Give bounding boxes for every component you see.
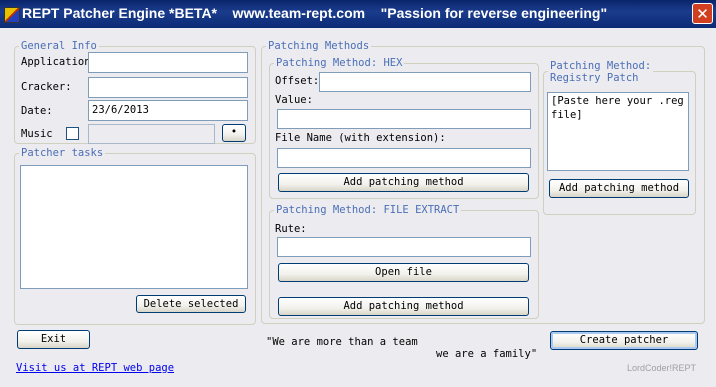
patcher-tasks-group: Patcher tasks Delete selected (14, 146, 256, 325)
general-info-legend: General Info (19, 39, 99, 53)
patching-methods-group: Patching Methods Patching Method: HEX Of… (261, 39, 705, 324)
value-input[interactable] (277, 109, 531, 129)
app-window: REPT Patcher Engine *BETA* www.team-rept… (0, 0, 716, 387)
route-input[interactable] (277, 237, 531, 257)
exit-button[interactable]: Exit (17, 330, 90, 349)
offset-label: Offset: (275, 75, 320, 87)
hex-method-group: Patching Method: HEX Offset: Value: File… (269, 56, 539, 199)
registry-textarea[interactable]: [Paste here your .reg file] (547, 92, 689, 171)
route-label: Rute: (275, 223, 307, 235)
client-area: General Info Application Cracker: Date: … (4, 28, 712, 383)
file-extract-method-group: Patching Method: FILE EXTRACT Rute: Open… (269, 203, 539, 319)
create-patcher-button[interactable]: Create patcher (550, 331, 698, 350)
music-checkbox[interactable] (66, 127, 79, 140)
title-bar[interactable]: REPT Patcher Engine *BETA* www.team-rept… (0, 0, 716, 28)
registry-method-legend: Patching Method: Registry Patch (548, 60, 654, 84)
file-extract-add-method-button[interactable]: Add patching method (278, 297, 529, 316)
patching-methods-legend: Patching Methods (266, 39, 372, 53)
offset-input[interactable] (319, 72, 531, 92)
hex-add-method-button[interactable]: Add patching method (278, 173, 529, 192)
music-path-input (88, 124, 215, 144)
patcher-tasks-legend: Patcher tasks (19, 146, 106, 160)
cracker-input[interactable] (88, 77, 248, 98)
application-label: Application (21, 56, 91, 68)
close-button[interactable]: ✕ (692, 3, 713, 24)
rept-web-link[interactable]: Visit us at REPT web page (16, 362, 174, 374)
close-icon: ✕ (696, 5, 709, 23)
file-extract-method-legend: Patching Method: FILE EXTRACT (274, 203, 462, 217)
open-file-button[interactable]: Open file (278, 263, 529, 282)
app-icon (4, 7, 20, 23)
application-input[interactable] (88, 52, 248, 73)
patcher-tasks-list[interactable] (20, 165, 248, 289)
cracker-label: Cracker: (21, 81, 72, 93)
filename-input[interactable] (277, 148, 531, 168)
general-info-group: General Info Application Cracker: Date: … (14, 39, 256, 144)
registry-method-group: Patching Method: Registry Patch [Paste h… (543, 60, 696, 215)
author-signature: LordCoder!REPT (627, 363, 697, 373)
window-title: REPT Patcher Engine *BETA* www.team-rept… (22, 5, 608, 21)
delete-selected-button[interactable]: Delete selected (136, 295, 246, 313)
registry-add-method-button[interactable]: Add patching method (549, 179, 689, 198)
music-label: Music (21, 128, 53, 140)
music-browse-button[interactable]: • (222, 124, 246, 142)
date-input[interactable]: 23/6/2013 (88, 100, 248, 121)
quote-line-1: "We are more than a team (266, 336, 418, 348)
date-label: Date: (21, 105, 53, 117)
value-label: Value: (275, 94, 313, 106)
hex-method-legend: Patching Method: HEX (274, 56, 405, 70)
quote-line-2: we are a family" (436, 348, 538, 360)
filename-label: File Name (with extension): (275, 132, 446, 144)
